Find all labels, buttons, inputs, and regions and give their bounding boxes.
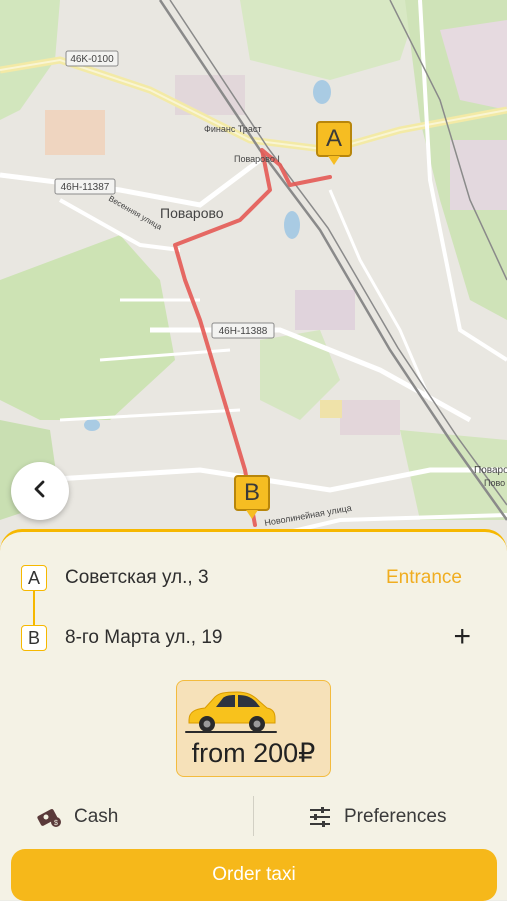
sliders-icon xyxy=(308,806,332,828)
marker-a-letter: A xyxy=(325,125,342,152)
back-button[interactable] xyxy=(11,462,69,520)
car-icon xyxy=(185,691,277,733)
destination-address: 8-го Марта ул., 19 xyxy=(65,627,223,648)
tariff-price: from 200₽ xyxy=(191,738,316,768)
payment-method-label: Cash xyxy=(74,806,119,827)
order-options-bar: $ Cash Preferences xyxy=(0,796,507,838)
route-point-b-marker[interactable]: B xyxy=(234,475,270,519)
chevron-left-icon xyxy=(30,479,50,504)
marker-b-letter: B xyxy=(243,479,260,506)
payment-method-button[interactable]: $ Cash xyxy=(36,796,118,838)
road-label: 46K-0100 xyxy=(70,54,114,65)
route-connector-line xyxy=(33,591,35,625)
add-stop-button[interactable]: + xyxy=(453,620,471,654)
pickup-address-row[interactable]: A Советская ул., 3 xyxy=(21,565,209,591)
svg-text:$: $ xyxy=(54,820,58,827)
poi-label: Финанс Траст xyxy=(204,124,261,134)
entrance-button[interactable]: Entrance xyxy=(386,567,462,589)
options-divider xyxy=(253,796,254,836)
pickup-letter-badge: A xyxy=(21,565,47,591)
edge-place-label: Пово xyxy=(484,478,505,488)
destination-letter-badge: B xyxy=(21,625,47,651)
station-label: Поварово I xyxy=(234,154,280,164)
town-label: Поварово xyxy=(160,205,224,221)
order-taxi-button[interactable]: Order taxi xyxy=(11,849,497,901)
pickup-address: Советская ул., 3 xyxy=(65,567,209,588)
destination-address-row[interactable]: B 8-го Марта ул., 19 xyxy=(21,625,222,651)
tariff-card[interactable]: from 200₽ xyxy=(176,680,331,777)
road-label: 46H-11387 xyxy=(61,182,110,193)
edge-place-label: Поваро xyxy=(474,465,507,476)
preferences-label: Preferences xyxy=(344,806,447,827)
route-point-a-marker[interactable]: A xyxy=(316,121,352,165)
preferences-button[interactable]: Preferences xyxy=(308,796,446,838)
road-label: 46H-11388 xyxy=(219,326,268,337)
cash-icon: $ xyxy=(36,806,62,828)
order-panel: A Советская ул., 3 Entrance B 8-го Марта… xyxy=(0,529,507,901)
